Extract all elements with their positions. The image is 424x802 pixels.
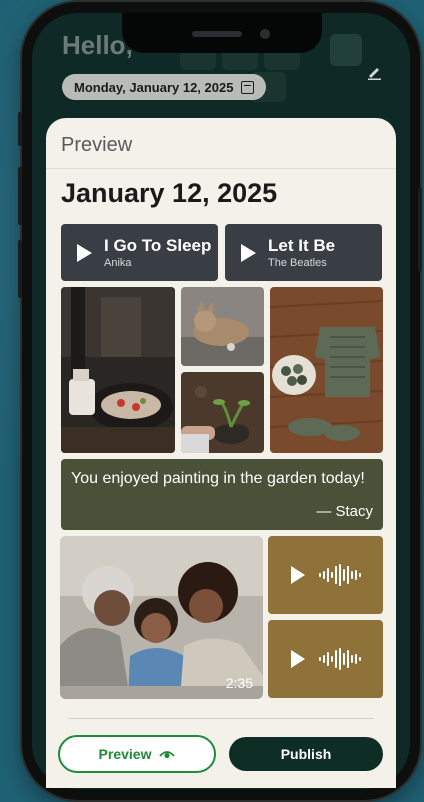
speaker	[192, 31, 242, 37]
preview-button-label: Preview	[98, 746, 152, 762]
preview-button[interactable]: Preview	[58, 735, 216, 773]
photo-garden[interactable]	[181, 372, 264, 453]
dim-tile	[330, 34, 362, 66]
calendar-icon	[241, 80, 255, 94]
divider	[46, 168, 396, 169]
quote-author: — Stacy	[316, 503, 373, 520]
phone-side-button	[418, 188, 422, 272]
waveform-icon	[318, 648, 361, 670]
page-title: January 12, 2025	[61, 178, 278, 208]
sheet-label: Preview	[61, 134, 133, 156]
video-tile[interactable]: 2:35	[60, 536, 263, 699]
song-card-2[interactable]: Let It Be The Beatles	[225, 224, 382, 281]
play-icon	[290, 650, 305, 668]
phone-side-button	[18, 112, 22, 146]
date-pill[interactable]: Monday, January 12, 2025	[62, 74, 267, 100]
edit-icon[interactable]	[366, 64, 382, 80]
song-artist: Anika	[104, 256, 132, 269]
photo-cat[interactable]	[181, 287, 264, 366]
audio-clip-1[interactable]	[268, 536, 383, 614]
song-card-1[interactable]: I Go To Sleep Anika	[61, 224, 218, 281]
song-artist: The Beatles	[268, 256, 327, 269]
publish-button[interactable]: Publish	[229, 737, 383, 771]
phone-side-button	[18, 240, 22, 298]
phone-side-button	[18, 167, 22, 225]
quote-card: You enjoyed painting in the garden today…	[61, 459, 383, 530]
eye-icon	[159, 751, 176, 759]
date-pill-label: Monday, January 12, 2025	[74, 79, 234, 95]
photo-meal[interactable]	[61, 287, 175, 453]
photo-knitting[interactable]	[270, 287, 383, 453]
divider	[68, 718, 374, 719]
quote-text: You enjoyed painting in the garden today…	[71, 470, 365, 487]
song-title: Let It Be	[268, 235, 336, 255]
audio-clip-2[interactable]	[268, 620, 383, 698]
preview-sheet: Preview January 12, 2025 I Go To Sleep A…	[46, 118, 396, 788]
song-title: I Go To Sleep	[104, 235, 212, 255]
waveform-icon	[318, 564, 361, 586]
play-icon	[77, 243, 92, 262]
play-icon	[241, 243, 256, 262]
phone-notch	[122, 13, 322, 53]
video-duration: 2:35	[225, 675, 253, 691]
camera	[260, 29, 270, 39]
play-icon	[290, 566, 305, 584]
